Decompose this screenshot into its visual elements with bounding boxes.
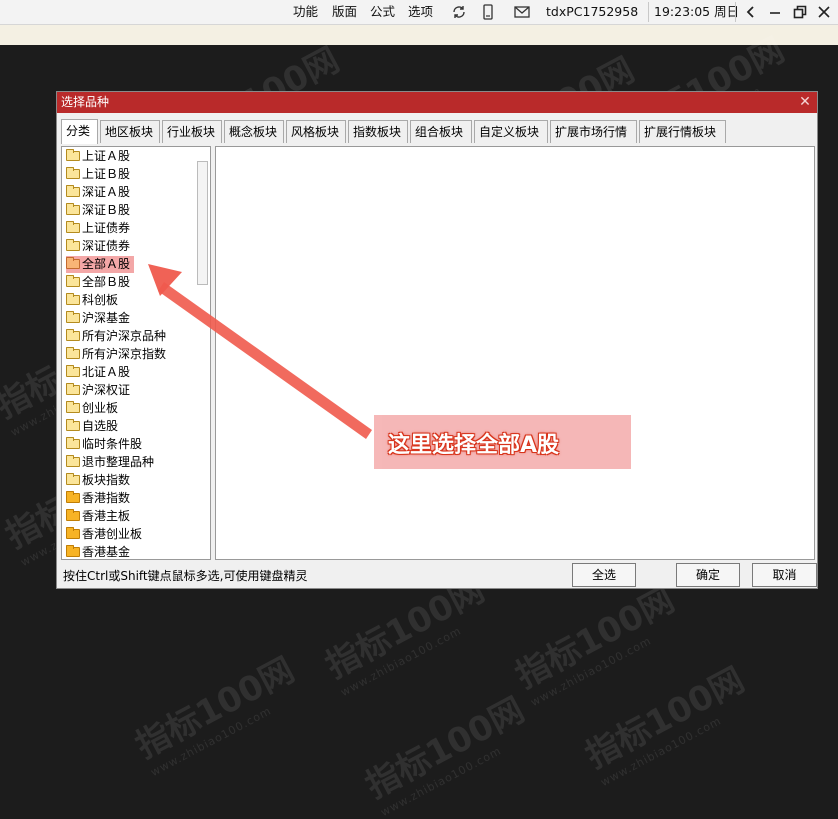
tab-combo[interactable]: 组合板块 <box>410 120 472 143</box>
list-item[interactable]: 全部Ｂ股 <box>66 274 134 291</box>
mail-icon[interactable] <box>513 3 531 21</box>
toolbar-strip <box>0 25 838 45</box>
tab-ext-sector[interactable]: 扩展行情板块 <box>639 120 726 143</box>
list-item[interactable]: 所有沪深京品种 <box>66 328 170 345</box>
top-menu-bar: 功能 版面 公式 选项 tdxPC1752958 19:23:05 周日 <box>0 0 838 25</box>
list-item[interactable]: 北证Ａ股 <box>66 364 134 381</box>
list-item[interactable]: 香港创业板 <box>66 526 146 543</box>
select-all-button[interactable]: 全选 <box>572 563 636 587</box>
list-item[interactable]: 板块指数 <box>66 472 134 489</box>
list-item[interactable]: 深证债券 <box>66 238 134 255</box>
tab-ext-market[interactable]: 扩展市场行情 <box>550 120 637 143</box>
divider <box>648 2 649 22</box>
menu-options[interactable]: 选项 <box>408 0 433 24</box>
folder-icon <box>66 257 80 269</box>
list-item[interactable]: 创业板 <box>66 400 122 417</box>
dialog-title: 选择品种 <box>61 95 110 109</box>
list-item[interactable]: 上证Ｂ股 <box>66 166 134 183</box>
restore-icon[interactable] <box>791 3 809 21</box>
folder-icon <box>66 293 80 305</box>
category-list[interactable]: 上证Ａ股 上证Ｂ股 深证Ａ股 深证Ｂ股 上证债券 深证债券 全部Ａ股 全部Ｂ股 … <box>61 146 211 560</box>
menu-layout[interactable]: 版面 <box>332 0 357 24</box>
refresh-icon[interactable] <box>450 3 468 21</box>
folder-open-icon <box>66 491 80 503</box>
list-item[interactable]: 香港基金 <box>66 544 134 559</box>
multi-select-hint: 按住Ctrl或Shift键点鼠标多选,可使用键盘精灵 <box>63 569 308 583</box>
list-item[interactable]: 香港主板 <box>66 508 134 525</box>
annotation-callout: 这里选择全部A股 <box>374 415 631 469</box>
folder-icon <box>66 419 80 431</box>
folder-icon <box>66 311 80 323</box>
folder-icon <box>66 149 80 161</box>
list-item[interactable]: 科创板 <box>66 292 122 309</box>
folder-icon <box>66 455 80 467</box>
close-icon[interactable] <box>815 3 833 21</box>
list-item[interactable]: 深证Ａ股 <box>66 184 134 201</box>
ok-button[interactable]: 确定 <box>676 563 740 587</box>
menu-function[interactable]: 功能 <box>293 0 318 24</box>
list-item[interactable]: 退市整理品种 <box>66 454 158 471</box>
list-item[interactable]: 香港指数 <box>66 490 134 507</box>
tab-style[interactable]: 风格板块 <box>286 120 346 143</box>
list-item[interactable]: 自选股 <box>66 418 122 435</box>
folder-open-icon <box>66 527 80 539</box>
folder-icon <box>66 329 80 341</box>
tab-category[interactable]: 分类 <box>61 119 98 144</box>
list-item[interactable]: 上证Ａ股 <box>66 148 134 165</box>
list-item[interactable]: 深证Ｂ股 <box>66 202 134 219</box>
clock: 19:23:05 周日 <box>654 4 740 19</box>
annotation-text: 这里选择全部A股 <box>388 433 560 458</box>
list-item-selected[interactable]: 全部Ａ股 <box>66 256 135 273</box>
watermark: 指标100网www.zhibiao100.com <box>579 660 751 789</box>
list-item[interactable]: 沪深权证 <box>66 382 134 399</box>
folder-icon <box>66 383 80 395</box>
watermark: 指标100网www.zhibiao100.com <box>359 690 531 819</box>
folder-open-icon <box>66 509 80 521</box>
dialog-titlebar[interactable]: 选择品种 ✕ <box>57 92 817 113</box>
folder-icon <box>66 275 80 287</box>
folder-icon <box>66 365 80 377</box>
list-item[interactable]: 沪深基金 <box>66 310 134 327</box>
folder-icon <box>66 185 80 197</box>
tab-industry[interactable]: 行业板块 <box>162 120 222 143</box>
folder-icon <box>66 167 80 179</box>
tab-custom[interactable]: 自定义板块 <box>474 120 548 143</box>
stock-list-pane[interactable] <box>215 146 815 560</box>
phone-icon[interactable] <box>479 3 497 21</box>
menu-formula[interactable]: 公式 <box>370 0 395 24</box>
folder-open-icon <box>66 545 80 557</box>
folder-icon <box>66 221 80 233</box>
tab-region[interactable]: 地区板块 <box>100 120 160 143</box>
folder-icon <box>66 347 80 359</box>
back-icon[interactable] <box>742 3 760 21</box>
minimize-icon[interactable] <box>766 3 784 21</box>
list-item[interactable]: 所有沪深京指数 <box>66 346 170 363</box>
tab-concept[interactable]: 概念板块 <box>224 120 284 143</box>
folder-icon <box>66 239 80 251</box>
list-item[interactable]: 临时条件股 <box>66 436 146 453</box>
folder-icon <box>66 401 80 413</box>
folder-icon <box>66 203 80 215</box>
folder-icon <box>66 437 80 449</box>
select-variety-dialog: 选择品种 ✕ 分类 地区板块 行业板块 概念板块 风格板块 指数板块 组合板块 … <box>56 91 818 589</box>
cancel-button[interactable]: 取消 <box>752 563 817 587</box>
watermark: 指标100网www.zhibiao100.com <box>129 650 301 779</box>
divider <box>735 2 736 22</box>
list-item[interactable]: 上证债券 <box>66 220 134 237</box>
dialog-close-icon[interactable]: ✕ <box>797 92 813 113</box>
list-scrollbar[interactable] <box>197 161 208 285</box>
folder-icon <box>66 473 80 485</box>
machine-id: tdxPC1752958 <box>546 4 639 19</box>
tab-index[interactable]: 指数板块 <box>348 120 408 143</box>
